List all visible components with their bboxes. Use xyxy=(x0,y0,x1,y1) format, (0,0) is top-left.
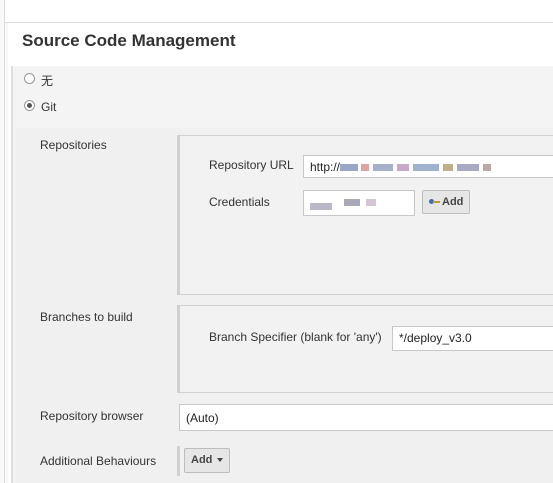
scm-git-label: Git xyxy=(41,100,57,114)
repositories-label: Repositories xyxy=(40,138,107,152)
scm-none-radio[interactable] xyxy=(24,73,35,84)
top-bar xyxy=(4,0,553,23)
section-title: Source Code Management xyxy=(22,31,236,50)
credentials-label: Credentials xyxy=(209,195,270,209)
scm-git-radio[interactable] xyxy=(24,100,35,111)
repository-url-input[interactable]: http:// xyxy=(303,155,553,178)
branch-specifier-label: Branch Specifier (blank for 'any') xyxy=(209,330,382,344)
credentials-select[interactable] xyxy=(303,190,415,216)
repository-url-label: Repository URL xyxy=(209,158,294,172)
key-icon xyxy=(429,199,440,205)
branches-label: Branches to build xyxy=(40,310,133,324)
credentials-add-button[interactable]: Add xyxy=(422,190,471,214)
repository-browser-select[interactable]: (Auto) xyxy=(179,404,553,431)
behaviours-add-label: Add xyxy=(191,454,213,466)
behaviours-add-button[interactable]: Add xyxy=(184,448,231,473)
branch-specifier-input[interactable]: */deploy_v3.0 xyxy=(392,326,553,351)
chevron-down-icon xyxy=(217,458,224,463)
additional-behaviours-label: Additional Behaviours xyxy=(40,454,157,468)
behaviours-bar xyxy=(177,446,180,476)
repository-url-value: http:// xyxy=(310,160,341,174)
repository-browser-label: Repository browser xyxy=(40,409,144,423)
credentials-add-label: Add xyxy=(442,196,464,208)
left-border xyxy=(4,0,5,483)
scm-none-label: 无 xyxy=(41,74,54,88)
